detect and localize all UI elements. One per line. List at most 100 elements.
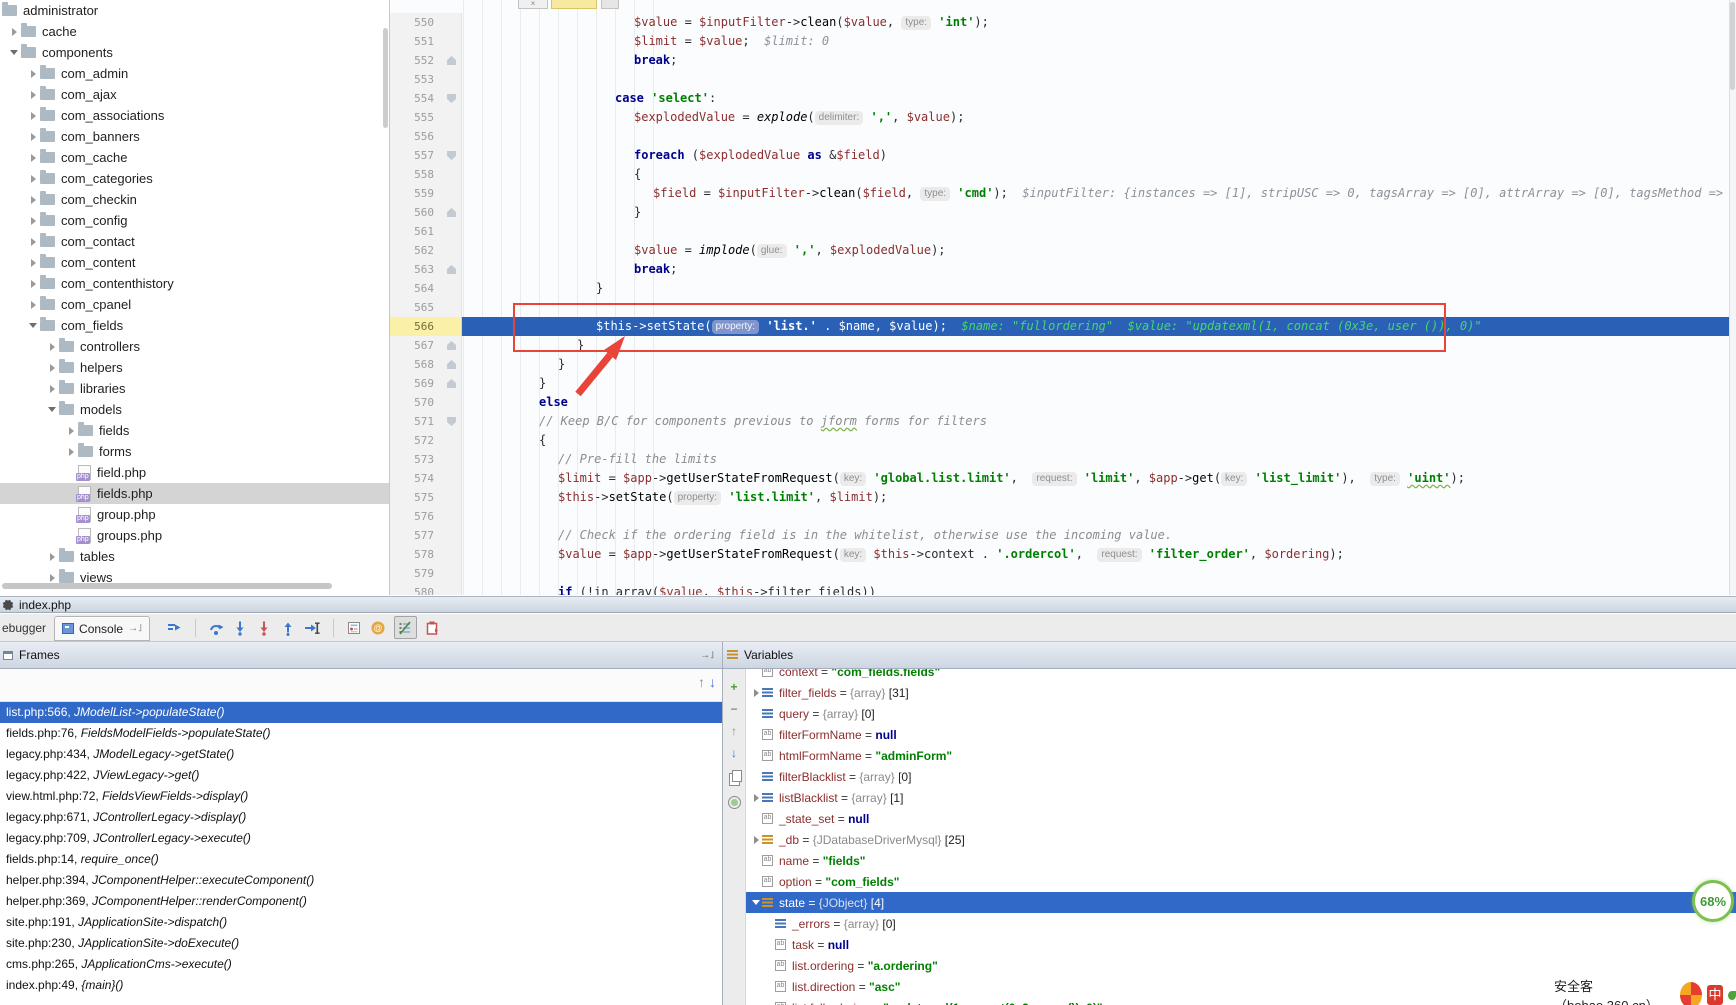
line-number[interactable]: 555	[390, 108, 434, 127]
frame-row[interactable]: legacy.php:422, JViewLegacy->get()	[0, 765, 722, 786]
variable-row-name[interactable]: name = "fields"	[746, 850, 1736, 871]
tree-item-com_associations[interactable]: com_associations	[0, 105, 389, 126]
code-line-555[interactable]: 555 $explodedValue = explode(delimiter: '…	[390, 108, 1736, 127]
line-number[interactable]: 580	[390, 583, 434, 595]
gutter-cell[interactable]: 555	[390, 108, 462, 127]
frame-row[interactable]: view.html.php:72, FieldsViewFields->disp…	[0, 786, 722, 807]
code-text[interactable]: }	[462, 374, 1729, 393]
variable-row-_state_set[interactable]: _state_set = null	[746, 808, 1736, 829]
frame-row[interactable]: legacy.php:709, JControllerLegacy->execu…	[0, 828, 722, 849]
code-line-578[interactable]: 578$value = $app->getUserStateFromReques…	[390, 545, 1736, 564]
code-line-570[interactable]: 570else	[390, 393, 1736, 412]
line-number[interactable]: 576	[390, 507, 434, 526]
line-number[interactable]: 553	[390, 70, 434, 89]
fold-marker-icon[interactable]	[447, 417, 456, 426]
tree-item-fields.php[interactable]: phpfields.php	[0, 483, 389, 504]
gutter-cell[interactable]: 569	[390, 374, 462, 393]
line-number[interactable]: 565	[390, 298, 434, 317]
line-number[interactable]: 573	[390, 450, 434, 469]
tree-item-controllers[interactable]: controllers	[0, 336, 389, 357]
tree-item-cache[interactable]: cache	[0, 21, 389, 42]
code-text[interactable]: }	[462, 203, 1729, 222]
frames-pin-icon[interactable]	[700, 650, 714, 661]
chevron-down-icon[interactable]	[26, 323, 40, 328]
code-text[interactable]: break;	[462, 260, 1729, 279]
code-text[interactable]: foreach ($explodedValue as &$field)	[462, 146, 1729, 165]
code-text[interactable]: $explodedValue = explode(delimiter: ',',…	[462, 108, 1729, 127]
code-line-574[interactable]: 574 $limit = $app->getUserStateFromReques…	[390, 469, 1736, 488]
code-line-561[interactable]: 561	[390, 222, 1736, 241]
step-out-icon[interactable]	[280, 619, 297, 636]
tree-item-groups.php[interactable]: phpgroups.php	[0, 525, 389, 546]
code-text[interactable]: }	[462, 336, 1729, 355]
collapse-icon[interactable]	[750, 900, 762, 905]
code-line-569[interactable]: 569}	[390, 374, 1736, 393]
code-line-552[interactable]: 552break;	[390, 51, 1736, 70]
fold-marker-icon[interactable]	[447, 208, 456, 217]
gutter-cell[interactable]: 557	[390, 146, 462, 165]
code-text[interactable]: }	[462, 279, 1729, 298]
add-watch-icon[interactable]: +	[728, 681, 740, 693]
tree-item-tables[interactable]: tables	[0, 546, 389, 567]
run-to-cursor-icon[interactable]	[304, 619, 321, 636]
editor-scrollbar-thumb[interactable]	[1730, 2, 1735, 90]
previous-frame-icon[interactable]: ↑	[698, 674, 705, 690]
code-line-568[interactable]: 568}	[390, 355, 1736, 374]
gutter-cell[interactable]: 580	[390, 583, 462, 595]
tree-vertical-scrollbar[interactable]	[383, 28, 388, 128]
code-text[interactable]	[462, 222, 1729, 241]
chevron-right-icon[interactable]	[26, 259, 40, 267]
frame-row[interactable]: fields.php:76, FieldsModelFields->popula…	[0, 723, 722, 744]
code-editor[interactable]: 550$value = $inputFilter->clean($value, …	[390, 0, 1736, 595]
chevron-right-icon[interactable]	[7, 28, 21, 36]
code-text[interactable]	[462, 507, 1729, 526]
gutter-cell[interactable]: 574	[390, 469, 462, 488]
gutter-cell[interactable]: 552	[390, 51, 462, 70]
gutter-cell[interactable]: 559	[390, 184, 462, 203]
code-line-573[interactable]: 573 // Pre-fill the limits	[390, 450, 1736, 469]
chevron-right-icon[interactable]	[26, 70, 40, 78]
code-text[interactable]: // Keep B/C for components previous to j…	[462, 412, 1729, 431]
tree-item-com_content[interactable]: com_content	[0, 252, 389, 273]
chevron-right-icon[interactable]	[26, 217, 40, 225]
frame-row[interactable]: legacy.php:671, JControllerLegacy->displ…	[0, 807, 722, 828]
code-text[interactable]: else	[462, 393, 1729, 412]
project-tree-panel[interactable]: administratorcachecomponentscom_admincom…	[0, 0, 390, 595]
variable-row-filterFormName[interactable]: filterFormName = null	[746, 724, 1736, 745]
inline-values-toggle[interactable]	[394, 616, 417, 639]
code-line-575[interactable]: 575$this->setState(property: 'list.limit…	[390, 488, 1736, 507]
code-text[interactable]: $limit = $app->getUserStateFromRequest(k…	[462, 469, 1729, 488]
fold-marker-icon[interactable]	[447, 56, 456, 65]
frame-row[interactable]: fields.php:14, require_once()	[0, 849, 722, 870]
line-number[interactable]: 557	[390, 146, 434, 165]
variable-row-_db[interactable]: _db = {JDatabaseDriverMysql} [25]	[746, 829, 1736, 850]
code-text[interactable]: // Pre-fill the limits	[462, 450, 1729, 469]
frame-row[interactable]: helper.php:394, JComponentHelper::execut…	[0, 870, 722, 891]
gutter-cell[interactable]: 551	[390, 32, 462, 51]
remove-watch-icon[interactable]: −	[728, 703, 740, 715]
chevron-down-icon[interactable]	[45, 407, 59, 412]
line-number[interactable]: 566	[390, 317, 434, 336]
code-line-566[interactable]: 566$this->setState(property: 'list.' . $…	[390, 317, 1736, 336]
code-line-556[interactable]: 556	[390, 127, 1736, 146]
code-line-563[interactable]: 563break;	[390, 260, 1736, 279]
line-number[interactable]: 554	[390, 89, 434, 108]
line-number[interactable]: 574	[390, 469, 434, 488]
code-text[interactable]: if (!in_array($value, $this->filter_fiel…	[462, 583, 1729, 595]
tree-item-com_cache[interactable]: com_cache	[0, 147, 389, 168]
chevron-right-icon[interactable]	[64, 427, 78, 435]
code-text[interactable]	[462, 127, 1729, 146]
fold-marker-icon[interactable]	[447, 151, 456, 160]
code-line-559[interactable]: 559$field = $inputFilter->clean($field, …	[390, 184, 1736, 203]
code-line-554[interactable]: 554case 'select':	[390, 89, 1736, 108]
editor-tab-fragment-icon[interactable]	[601, 0, 619, 9]
chevron-right-icon[interactable]	[26, 112, 40, 120]
tree-item-com_fields[interactable]: com_fields	[0, 315, 389, 336]
code-line-571[interactable]: 571// Keep B/C for components previous t…	[390, 412, 1736, 431]
tree-item-fields[interactable]: fields	[0, 420, 389, 441]
code-text[interactable]: $limit = $value; $limit: 0	[462, 32, 1729, 51]
tree-item-administrator[interactable]: administrator	[0, 0, 389, 21]
gutter-cell[interactable]: 575	[390, 488, 462, 507]
frames-thread-toolbar[interactable]: ↑ ↓	[0, 669, 722, 702]
line-number[interactable]: 567	[390, 336, 434, 355]
